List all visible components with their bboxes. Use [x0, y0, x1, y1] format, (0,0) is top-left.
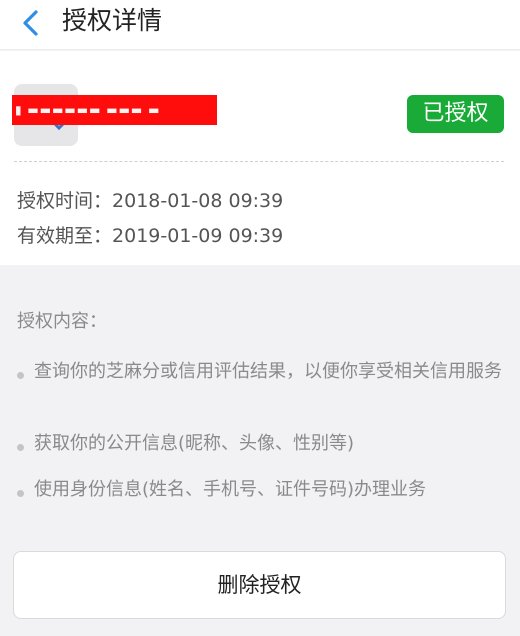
permission-text: 获取你的公开信息(昵称、头像、性别等)	[34, 433, 355, 454]
divider	[14, 161, 504, 162]
valid-until-value: 2019-01-09 09:39	[112, 225, 284, 247]
app-name-redacted: ▮ ▬▬▬▬▬▬ ▬▬▬ ▬	[12, 95, 217, 125]
page-title: 授权详情	[62, 6, 163, 35]
permission-text: 查询你的芝麻分或信用评估结果，以便你享受相关信用服务	[34, 361, 502, 382]
authorization-card: ▮ ▬▬▬▬▬▬ ▬▬▬ ▬ 已授权 授权时间：2018-01-08 09:39…	[0, 51, 520, 265]
content-section-title: 授权内容：	[17, 311, 107, 332]
auth-time-label: 授权时间：	[17, 190, 113, 212]
auth-time-value: 2018-01-08 09:39	[112, 190, 284, 212]
bullet-icon	[17, 444, 24, 451]
back-button[interactable]	[14, 6, 48, 40]
chevron-left-icon	[23, 10, 38, 36]
header-bar: 授权详情	[0, 0, 520, 50]
auth-time-row: 授权时间：2018-01-08 09:39	[17, 186, 283, 213]
bullet-icon	[17, 490, 24, 497]
status-badge: 已授权	[407, 95, 504, 133]
valid-until-label: 有效期至：	[17, 225, 113, 247]
app-name: ▮ ▬▬▬▬▬▬ ▬▬▬ ▬	[15, 103, 161, 117]
valid-until-row: 有效期至：2019-01-09 09:39	[17, 221, 283, 248]
bullet-icon	[17, 372, 24, 379]
permission-text: 使用身份信息(姓名、手机号、证件号码)办理业务	[34, 479, 427, 500]
delete-authorization-button[interactable]: 删除授权	[13, 551, 506, 619]
